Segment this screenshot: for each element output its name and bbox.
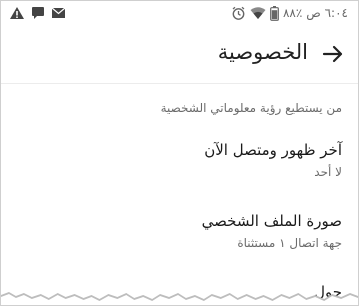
setting-value: لا أحد bbox=[314, 165, 342, 179]
torn-edge bbox=[1, 292, 358, 305]
setting-title: صورة الملف الشخصي bbox=[201, 212, 342, 230]
section-header: من يستطيع رؤية معلوماتي الشخصية bbox=[160, 101, 342, 115]
battery-icon bbox=[270, 5, 279, 21]
status-icons-right: ٨٨٪ ٦:٠٤ ص bbox=[231, 4, 348, 22]
setting-value: جهة اتصال ١ مستثناة bbox=[237, 236, 342, 250]
app-bar: الخصوصية bbox=[1, 25, 358, 84]
battery-percent: ٨٨٪ bbox=[282, 6, 303, 20]
notification-icon bbox=[31, 6, 45, 20]
status-time: ٦:٠٤ ص bbox=[306, 6, 348, 20]
page-title: الخصوصية bbox=[217, 40, 308, 64]
setting-title: آخر ظهور ومتصل الآن bbox=[204, 141, 342, 159]
status-bar: ٨٨٪ ٦:٠٤ ص bbox=[1, 1, 358, 25]
arrow-right-icon[interactable] bbox=[322, 44, 344, 64]
status-icons-left bbox=[9, 4, 66, 22]
alarm-icon bbox=[231, 6, 246, 21]
alert-icon bbox=[9, 6, 25, 20]
message-icon bbox=[51, 7, 66, 19]
screen-frame: ٨٨٪ ٦:٠٤ ص الخصوصية من يستطيع رؤية معلوم… bbox=[0, 0, 359, 306]
wifi-icon bbox=[250, 6, 266, 20]
last-seen-setting[interactable]: آخر ظهور ومتصل الآن لا أحد bbox=[1, 141, 358, 191]
profile-photo-setting[interactable]: صورة الملف الشخصي جهة اتصال ١ مستثناة bbox=[1, 212, 358, 262]
